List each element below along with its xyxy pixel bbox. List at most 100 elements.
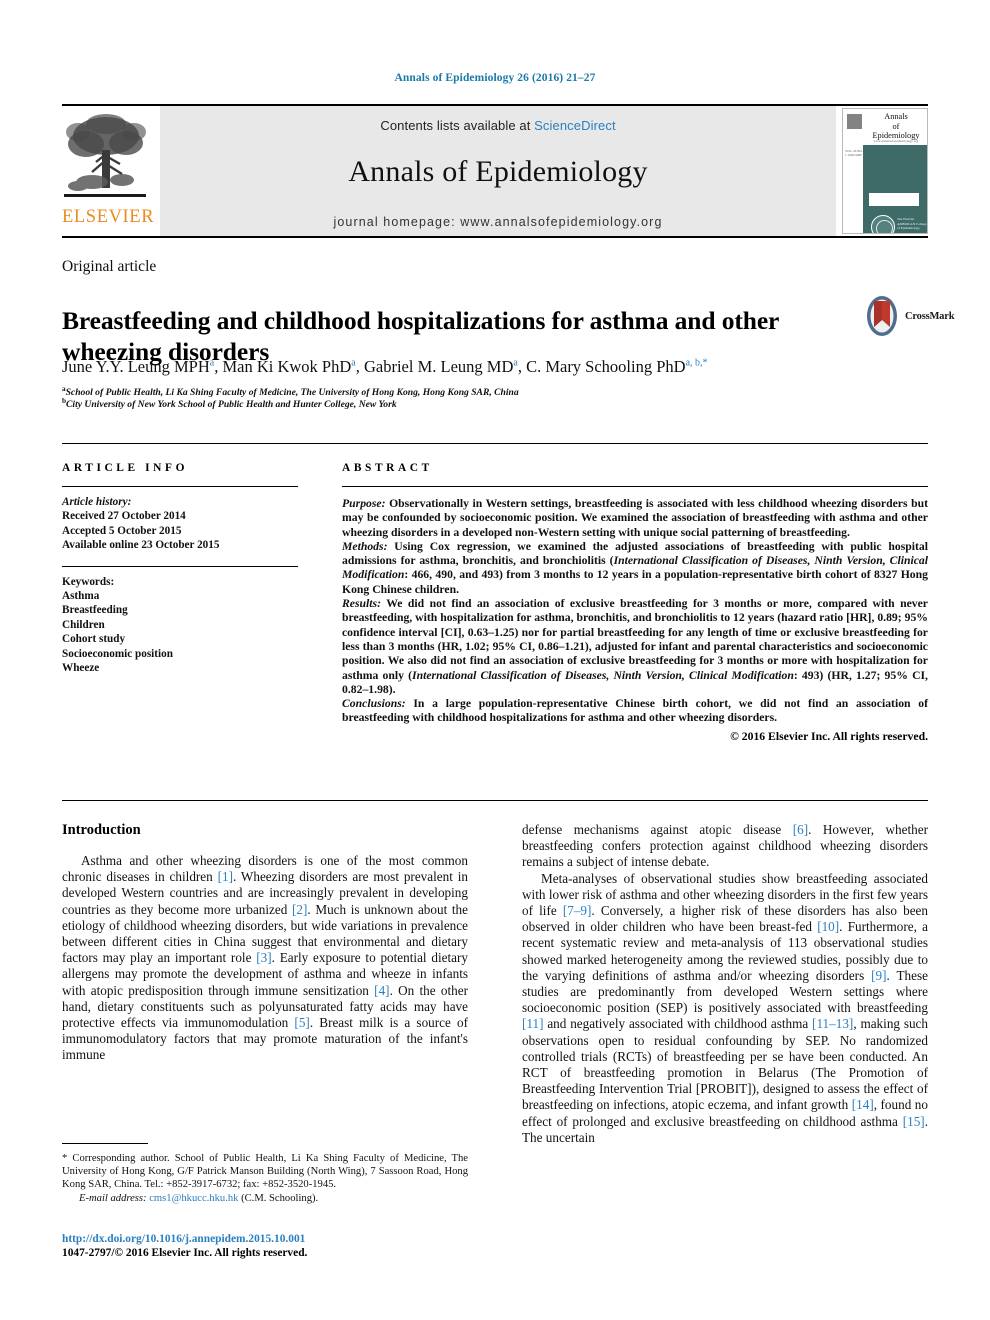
body-section-rule [62, 800, 928, 801]
footnote-block: * Corresponding author. School of Public… [62, 1152, 468, 1205]
journal-homepage-line[interactable]: journal homepage: www.annalsofepidemiolo… [333, 215, 662, 229]
abstract-column: ABSTRACT Purpose: Observationally in Wes… [342, 462, 928, 743]
keywords-divider [62, 565, 298, 567]
sciencedirect-link[interactable]: ScienceDirect [534, 118, 616, 133]
footnote-rule [62, 1143, 148, 1144]
keyword-item: Cohort study [62, 633, 126, 646]
cover-title-line1: Annals [884, 112, 908, 121]
author-affiliation-marker: a [351, 357, 356, 369]
citation-reference[interactable]: [3] [256, 950, 271, 965]
keyword-item: Asthma [62, 590, 100, 603]
cover-header: Annals of Epidemiology www.annalsofepide… [843, 109, 927, 145]
contents-band: Contents lists available at ScienceDirec… [160, 106, 836, 236]
email-suffix: (C.M. Schooling). [238, 1192, 319, 1204]
paper-page: Annals of Epidemiology 26 (2016) 21–27 E… [0, 0, 990, 1320]
author-list: June Y.Y. Leung MPHa, Man Ki Kwok PhDa, … [62, 357, 708, 376]
elsevier-tree-icon [62, 110, 148, 206]
abstract-section: Methods: Using Cox regression, we examin… [342, 539, 928, 596]
keyword-item: Breastfeeding [62, 604, 128, 617]
citation-reference[interactable]: [10] [817, 919, 839, 934]
keyword-item: Wheeze [62, 662, 100, 675]
article-history-label: Article history: [62, 496, 132, 508]
keyword-item: Socioeconomic position [62, 647, 173, 660]
citation-reference[interactable]: [11] [522, 1016, 543, 1031]
citation-reference[interactable]: [15] [903, 1114, 925, 1129]
body-paragraph: Asthma and other wheezing disorders is o… [62, 853, 468, 1063]
journal-title: Annals of Epidemiology [348, 155, 648, 188]
author-name: C. Mary Schooling PhD [526, 357, 686, 376]
body-paragraph: defense mechanisms against atopic diseas… [522, 822, 928, 870]
article-history-item: Received 27 October 2014 [62, 510, 186, 523]
article-info-heading: ARTICLE INFO [62, 462, 189, 474]
email-label: E-mail address: [79, 1192, 147, 1204]
author-affiliation-marker: a, b,* [685, 357, 708, 369]
abstract-section: Conclusions: In a large population-repre… [342, 697, 928, 725]
body-column-left: Introduction Asthma and other wheezing d… [62, 822, 468, 1064]
citation-reference[interactable]: [7–9] [563, 903, 592, 918]
article-history-block: Article history: Received 27 October 201… [62, 495, 298, 553]
body-column-right: defense mechanisms against atopic diseas… [522, 822, 928, 1146]
crossmark-badge[interactable]: CrossMark [862, 294, 955, 338]
contents-prefix: Contents lists available at [380, 118, 535, 133]
email-note: E-mail address: cms1@hkucc.hku.hk (C.M. … [62, 1192, 468, 1205]
crossmark-label: CrossMark [905, 310, 955, 322]
abstract-italic-phrase: International Classification of Diseases… [342, 554, 928, 582]
info-section-rule [62, 443, 928, 444]
left-column-paragraphs: Asthma and other wheezing disorders is o… [62, 853, 468, 1064]
elsevier-logo: ELSEVIER [62, 106, 154, 236]
crossmark-icon [862, 295, 902, 337]
citation-reference[interactable]: [5] [294, 1015, 309, 1030]
citation-reference[interactable]: [14] [852, 1097, 874, 1112]
abstract-section: Results: We did not find an association … [342, 597, 928, 696]
author-name: Man Ki Kwok PhD [222, 357, 352, 376]
author-name: Gabriel M. Leung MD [363, 357, 514, 376]
author-affiliation-marker: a [209, 357, 215, 369]
cover-side-strip: VOL. 26 NO. 1 JANUARY [843, 145, 863, 233]
cover-seal-icon [871, 215, 895, 233]
citation-reference[interactable]: [9] [871, 968, 886, 983]
citation-reference[interactable]: [1] [218, 869, 233, 884]
abstract-section-label: Purpose: [342, 497, 386, 510]
abstract-section-label: Conclusions: [342, 697, 406, 711]
article-info-column: ARTICLE INFO Article history: Received 2… [62, 462, 298, 675]
affiliation-item: bCity University of New York School of P… [62, 397, 397, 411]
doi-link[interactable]: http://dx.doi.org/10.1016/j.annepidem.20… [62, 1232, 468, 1246]
article-info-divider [62, 486, 298, 487]
running-head: Annals of Epidemiology 26 (2016) 21–27 [394, 72, 596, 84]
article-type: Original article [62, 258, 157, 275]
cover-white-bar [869, 193, 919, 206]
body-paragraph: Meta-analyses of observational studies s… [522, 870, 929, 1145]
abstract-section-label: Results: [342, 597, 381, 611]
citation-reference[interactable]: [6] [793, 822, 808, 837]
affiliation-list: aSchool of Public Health, Li Ka Shing Fa… [62, 384, 762, 412]
affiliation-item: aSchool of Public Health, Li Ka Shing Fa… [62, 384, 519, 398]
email-link[interactable]: cms1@hkucc.hku.hk [149, 1193, 238, 1204]
abstract-section-label: Methods: [342, 539, 388, 553]
citation-reference[interactable]: [11–13] [812, 1016, 853, 1031]
article-history-item: Accepted 5 October 2015 [62, 524, 182, 537]
keywords-block: Keywords: Asthma Breastfeeding Children Coh… [62, 575, 298, 676]
abstract-section: Purpose: Observationally in Western sett… [342, 497, 928, 539]
cover-seal-text: The Elsevier AMERICAN College of Epidemi… [897, 217, 927, 231]
author-affiliation-marker: a [513, 357, 518, 369]
issn-copyright-line: 1047-2797/© 2016 Elsevier Inc. All right… [62, 1247, 308, 1260]
cover-seal-inner-ring [875, 219, 893, 233]
keyword-items: Asthma Breastfeeding Children Cohort study S… [62, 589, 298, 675]
abstract-divider [342, 486, 928, 487]
elsevier-wordmark: ELSEVIER [62, 207, 155, 227]
corresponding-author-note: * Corresponding author. School of Public… [62, 1153, 468, 1191]
cover-title: Annals of Epidemiology [867, 112, 925, 141]
abstract-heading: ABSTRACT [342, 462, 433, 474]
citation-reference[interactable]: [4] [374, 983, 389, 998]
article-history-item: Available online 23 October 2015 [62, 539, 220, 552]
abstract-copyright: © 2016 Elsevier Inc. All rights reserved… [730, 729, 928, 743]
right-column-paragraphs: defense mechanisms against atopic diseas… [522, 822, 928, 1146]
abstract-body: Purpose: Observationally in Western sett… [342, 497, 928, 726]
cover-subtitle: www.annalsofepidemiology.org [873, 139, 919, 143]
cover-body: VOL. 26 NO. 1 JANUARY The Elsevier AMERI… [843, 145, 927, 233]
citation-reference[interactable]: [2] [292, 902, 307, 917]
author-name: June Y.Y. Leung MPH [62, 357, 210, 376]
introduction-heading: Introduction [62, 822, 141, 838]
cover-title-line2: of [892, 121, 900, 131]
abstract-italic-phrase: International Classification of Diseases… [412, 668, 794, 682]
